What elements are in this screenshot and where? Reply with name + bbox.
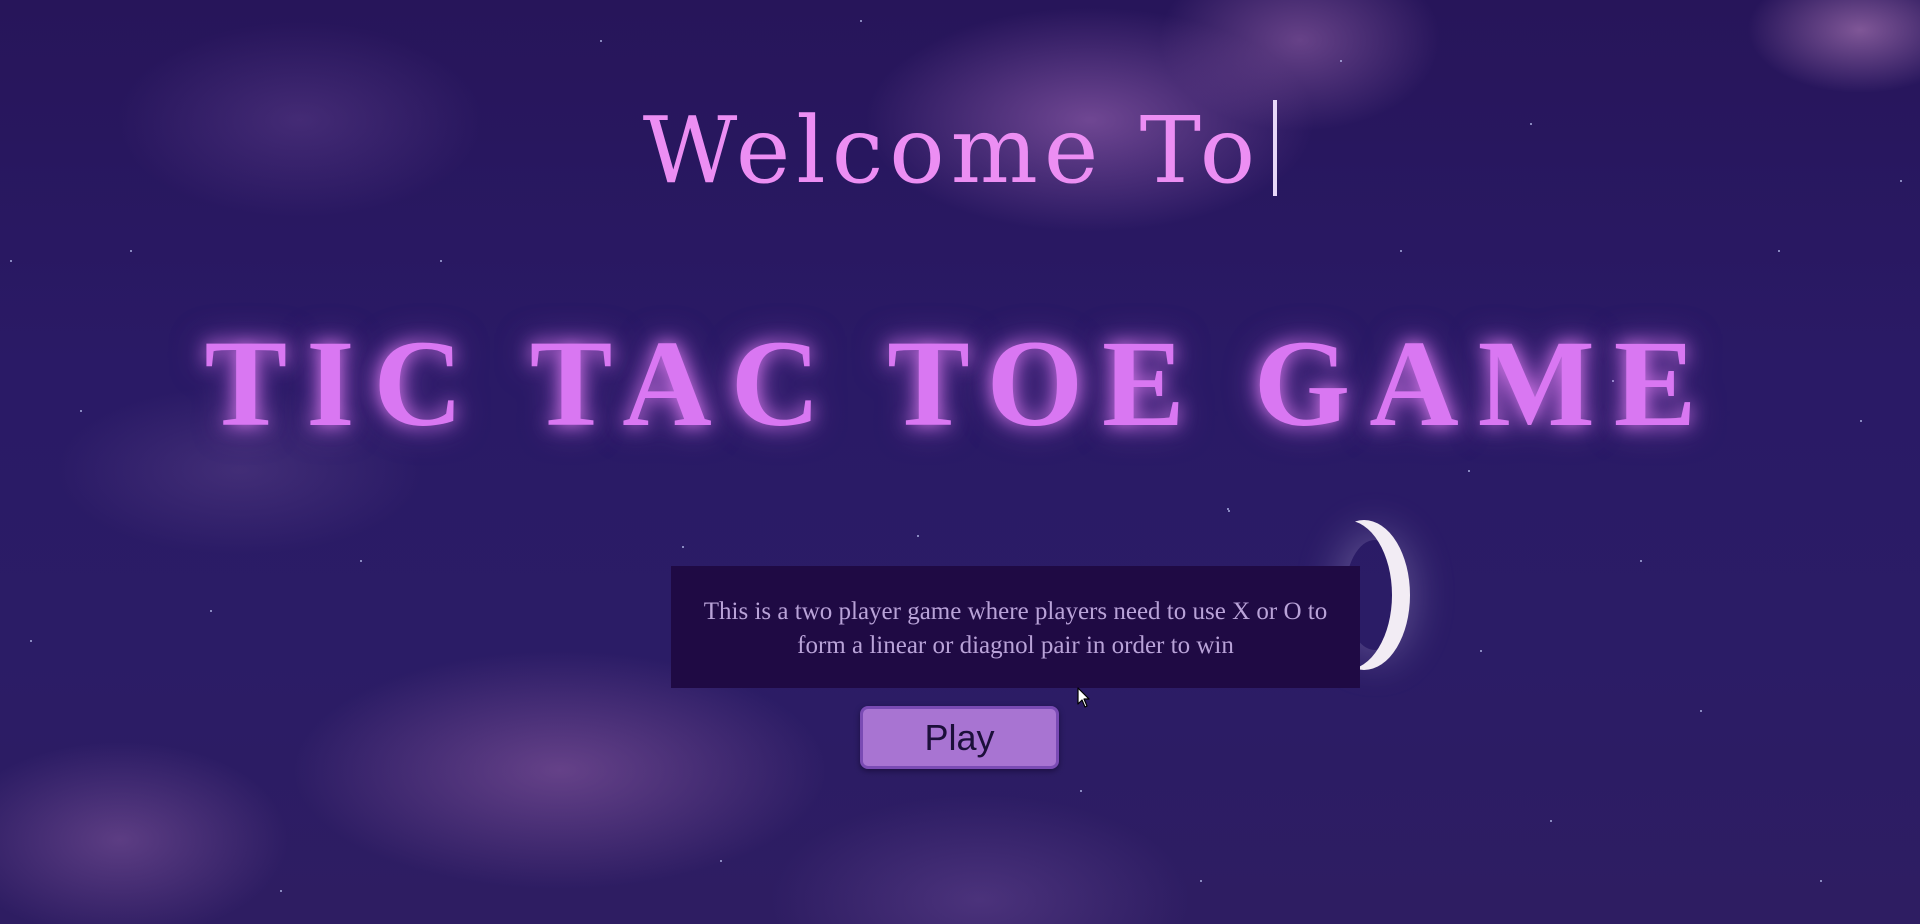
star (860, 20, 862, 22)
star (1480, 650, 1482, 652)
star (30, 640, 32, 642)
star (210, 610, 212, 612)
star (1550, 820, 1552, 822)
star (130, 250, 132, 252)
star (1820, 880, 1822, 882)
star (280, 890, 282, 892)
game-description: This is a two player game where players … (671, 566, 1360, 688)
star (1700, 710, 1702, 712)
star (10, 260, 12, 262)
page-background: { "header": { "welcome_text": "Welcome T… (0, 0, 1920, 924)
star (600, 40, 602, 42)
description-line-2: form a linear or diagnol pair in order t… (797, 632, 1234, 659)
star (682, 546, 684, 548)
play-button[interactable]: Play (860, 706, 1059, 769)
description-line-1: This is a two player game where players … (703, 598, 1328, 625)
game-title: TIC TAC TOE GAME (204, 315, 1716, 452)
star (720, 860, 722, 862)
star (1228, 510, 1230, 512)
star (360, 560, 362, 562)
star (1640, 560, 1642, 562)
star (440, 260, 442, 262)
star (1080, 790, 1082, 792)
star (917, 535, 919, 537)
star (1468, 470, 1470, 472)
star (1400, 250, 1402, 252)
typing-caret (1273, 100, 1278, 196)
welcome-heading: Welcome To (0, 100, 1920, 197)
star (1340, 60, 1342, 62)
welcome-text: Welcome To (642, 97, 1262, 204)
star (1227, 508, 1229, 510)
star (1200, 880, 1202, 882)
star (1778, 250, 1780, 252)
